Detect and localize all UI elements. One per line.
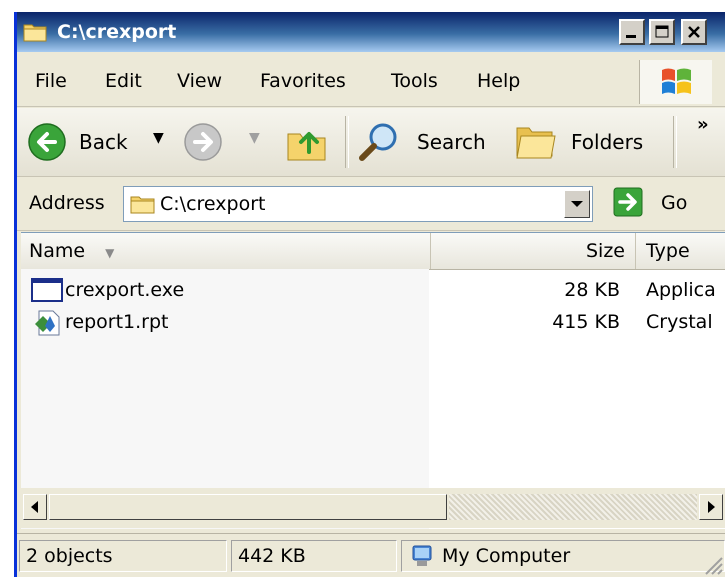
back-label: Back <box>79 130 128 154</box>
search-icon <box>359 123 397 161</box>
status-object-count: 2 objects <box>19 540 227 572</box>
status-location-label: My Computer <box>442 545 571 567</box>
horizontal-scrollbar[interactable] <box>21 488 725 528</box>
scroll-right-button[interactable] <box>699 494 723 520</box>
list-header: Name ▼ Size Type <box>21 233 725 270</box>
window-title: C:\crexport <box>57 21 177 43</box>
crystal-report-icon <box>35 310 60 336</box>
address-input[interactable]: C:\crexport <box>123 186 593 222</box>
up-folder-icon <box>287 132 326 161</box>
file-type: Applica <box>646 279 716 301</box>
file-size: 415 KB <box>552 311 620 333</box>
go-button[interactable] <box>613 186 643 218</box>
folders-icon <box>516 127 556 159</box>
table-row[interactable]: report1.rpt 415 KB Crystal <box>21 307 725 337</box>
column-header-size[interactable]: Size <box>431 233 636 269</box>
search-button[interactable]: Search <box>355 108 505 176</box>
windows-logo <box>639 60 712 104</box>
status-bar: 2 objects 442 KB My Computer <box>17 533 725 577</box>
my-computer-icon <box>412 545 432 566</box>
folder-icon <box>23 22 47 42</box>
file-name: report1.rpt <box>65 311 169 333</box>
forward-button[interactable]: ▼ <box>177 108 277 176</box>
toolbar-separator <box>345 116 349 168</box>
address-dropdown-button[interactable] <box>564 190 590 218</box>
back-arrow-icon <box>28 123 66 161</box>
column-header-name[interactable]: Name ▼ <box>21 233 431 269</box>
scroll-left-button[interactable] <box>23 494 47 520</box>
arrow-right-icon <box>708 501 715 513</box>
forward-dropdown-icon[interactable]: ▼ <box>249 130 260 146</box>
minimize-icon <box>626 35 636 38</box>
menu-help[interactable]: Help <box>477 70 520 92</box>
folders-label: Folders <box>571 130 644 154</box>
toolbar-overflow-chevron-icon[interactable]: » <box>697 114 709 135</box>
minimize-button[interactable] <box>619 19 645 45</box>
toolbar: Back ▼ ▼ Search Folders » <box>17 108 725 177</box>
scrollbar-thumb[interactable] <box>49 494 447 520</box>
column-header-label: Type <box>646 240 690 262</box>
table-row[interactable]: crexport.exe 28 KB Applica <box>21 275 725 305</box>
back-dropdown-icon[interactable]: ▼ <box>153 130 164 146</box>
address-label: Address <box>29 192 105 214</box>
close-button[interactable] <box>681 19 707 45</box>
resize-grip-icon[interactable] <box>702 554 724 576</box>
forward-arrow-icon <box>184 123 222 161</box>
chevron-down-icon <box>571 201 583 207</box>
search-label: Search <box>417 130 486 154</box>
status-total-size: 442 KB <box>231 540 397 572</box>
file-size: 28 KB <box>564 279 620 301</box>
menu-view[interactable]: View <box>177 70 222 92</box>
up-folder-button[interactable] <box>281 108 337 176</box>
column-header-label: Size <box>585 240 625 262</box>
status-location: My Computer <box>401 540 725 572</box>
file-list: Name ▼ Size Type crexport.exe 28 KB Appl… <box>21 232 725 529</box>
close-icon <box>688 26 700 38</box>
file-name: crexport.exe <box>65 279 185 301</box>
back-button[interactable]: Back ▼ <box>25 108 185 176</box>
go-arrow-icon <box>613 187 643 217</box>
sort-descending-icon: ▼ <box>105 246 115 260</box>
folder-icon <box>130 196 155 214</box>
column-header-label: Name <box>29 240 86 262</box>
windows-flag-icon <box>662 68 691 94</box>
menu-favorites[interactable]: Favorites <box>260 70 346 92</box>
title-bar[interactable]: C:\crexport <box>17 12 725 52</box>
maximize-icon <box>655 25 669 38</box>
address-value: C:\crexport <box>160 193 266 215</box>
column-header-type[interactable]: Type <box>636 233 725 269</box>
menu-file[interactable]: File <box>35 70 67 92</box>
application-icon <box>31 278 63 302</box>
file-type: Crystal <box>646 311 713 333</box>
toolbar-separator <box>673 116 677 168</box>
arrow-left-icon <box>31 501 38 513</box>
explorer-window: C:\crexport File Edit View Favorites Too… <box>14 12 725 577</box>
menu-tools[interactable]: Tools <box>391 70 438 92</box>
folders-button[interactable]: Folders <box>511 108 661 176</box>
go-label[interactable]: Go <box>661 192 687 214</box>
address-bar: Address C:\crexport Go <box>17 178 725 231</box>
menu-bar: File Edit View Favorites Tools Help <box>17 56 725 107</box>
maximize-button[interactable] <box>649 19 675 45</box>
menu-edit[interactable]: Edit <box>105 70 142 92</box>
scrollbar-track[interactable] <box>449 494 697 520</box>
